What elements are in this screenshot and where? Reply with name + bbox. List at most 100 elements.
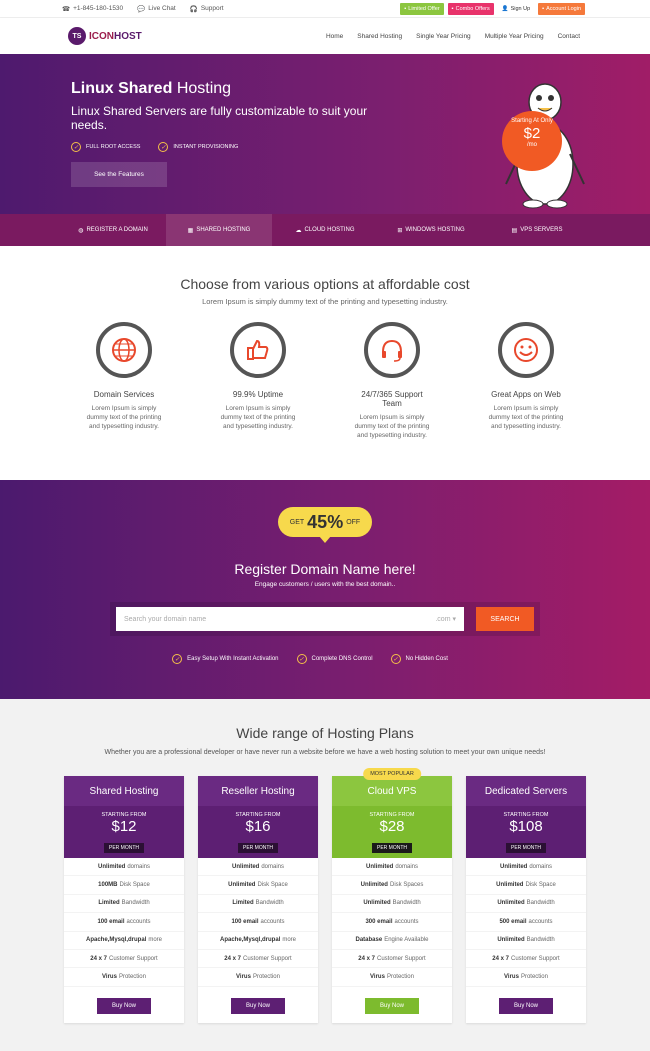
domain-feature: ✓ No Hidden Cost xyxy=(390,654,448,664)
thumbs-up-icon xyxy=(230,322,286,378)
logo-text-a: ICON xyxy=(89,30,114,42)
limited-offer-button[interactable]: ▪ Limited Offer xyxy=(400,2,444,15)
cloud-icon: ☁ xyxy=(295,227,302,234)
account-login-button[interactable]: ▪ Account Login xyxy=(538,2,585,15)
account-login-label: Account Login xyxy=(546,5,581,12)
plan-feature-key: Unlimited xyxy=(497,937,525,944)
lock-icon: ▪ xyxy=(404,5,407,12)
nav-contact[interactable]: Contact xyxy=(558,33,580,40)
plan-feature-row: Apache,Mysql,drupal more xyxy=(64,932,184,950)
hero-feature: ✓ INSTANT PROVISIONING xyxy=(158,142,238,152)
tab-register-domain[interactable]: ◍ REGISTER A DOMAIN xyxy=(60,214,166,246)
plan-feature-row: Unlimited domains xyxy=(466,858,586,877)
hosting-tabs: ◍ REGISTER A DOMAIN ▦ SHARED HOSTING ☁ CLOU… xyxy=(0,214,650,246)
sign-up-button[interactable]: 👤 Sign Up xyxy=(498,3,534,15)
plan-feature-value: Disk Spaces xyxy=(389,882,424,889)
plan-price-block: STARTING FROM $28 PER MONTH xyxy=(332,806,452,858)
nav-single-year-pricing[interactable]: Single Year Pricing xyxy=(416,33,471,40)
plan-feature-value: domains xyxy=(529,863,553,870)
buy-now-button[interactable]: Buy Now xyxy=(97,997,151,1014)
windows-icon: ⊞ xyxy=(397,227,403,234)
price-badge-unit: /mo xyxy=(526,142,537,148)
domain-search-input[interactable]: Search your domain name .com ▾ xyxy=(116,607,464,631)
plan-feature-value: Bandwidth xyxy=(392,900,421,907)
plan-feature-row: Virus Protection xyxy=(332,968,452,987)
plan-features: Unlimited domains 100MB Disk Space Limited Ba… xyxy=(64,858,184,987)
plan-feature-value: Bandwidth xyxy=(526,937,555,944)
plans-title: Wide range of Hosting Plans xyxy=(236,725,414,741)
plan-feature-key: Unlimited xyxy=(97,863,126,870)
buy-now-button[interactable]: Buy Now xyxy=(231,997,285,1014)
globe-icon xyxy=(96,322,152,378)
buy-now-button[interactable]: Buy Now xyxy=(499,997,553,1014)
plan-feature-value: accounts xyxy=(260,918,285,925)
plan-feature-key: 24 x 7 xyxy=(358,955,375,962)
feature-desc: Lorem Ipsum is simply dummy text of the … xyxy=(354,414,430,439)
plan-feature-value: Customer Support xyxy=(376,955,426,962)
tab-cloud-hosting[interactable]: ☁ CLOUD HOSTING xyxy=(272,214,378,246)
plan-feature-key: Unlimited xyxy=(363,900,391,907)
tld-select[interactable]: .com ▾ xyxy=(435,615,456,623)
tab-vps-servers[interactable]: ▤ VPS SERVERS xyxy=(484,214,590,246)
plan-feature-row: Unlimited domains xyxy=(198,858,318,877)
domain-search-button[interactable]: SEARCH xyxy=(476,607,534,631)
combo-offers-button[interactable]: ▪ Combo Offers xyxy=(447,2,494,15)
plan-name: Shared Hosting xyxy=(64,776,184,806)
check-icon: ✓ xyxy=(390,654,401,664)
phone-link[interactable]: ☎ +1-845-180-1530 xyxy=(62,5,123,13)
tab-windows-hosting[interactable]: ⊞ WINDOWS HOSTING xyxy=(378,214,484,246)
tab-label: VPS SERVERS xyxy=(520,227,563,233)
plan-card: MOST POPULAR Cloud VPS STARTING FROM $28 PER… xyxy=(332,768,452,1023)
plan-buy-wrap: Buy Now xyxy=(332,987,452,1023)
nav-home[interactable]: Home xyxy=(326,33,343,40)
live-chat-link[interactable]: 💬 Live Chat xyxy=(137,5,176,13)
plan-feature-value: Customer Support xyxy=(510,955,560,962)
hero-feature-label: FULL ROOT ACCESS xyxy=(86,144,141,150)
check-icon: ✓ xyxy=(158,142,169,152)
tab-shared-hosting[interactable]: ▦ SHARED HOSTING xyxy=(166,214,272,246)
plan-per-month: PER MONTH xyxy=(238,843,278,853)
sign-up-label: Sign Up xyxy=(510,5,531,12)
plan-price: $28 xyxy=(379,818,405,835)
domain-feature-label: No Hidden Cost xyxy=(405,656,448,662)
smiley-icon xyxy=(498,322,554,378)
plan-feature-row: 24 x 7 Customer Support xyxy=(332,950,452,969)
plan-feature-value: Engine Available xyxy=(384,937,429,944)
feature-item: Great Apps on Web Lorem Ipsum is simply … xyxy=(486,322,566,440)
plan-feature-row: Unlimited domains xyxy=(332,858,452,877)
plan-feature-row: 24 x 7 Customer Support xyxy=(466,950,586,969)
feature-item: 24/7/365 Support Team Lorem Ipsum is sim… xyxy=(352,322,432,440)
hero-title-bold: Linux Shared xyxy=(71,80,173,97)
hero-title-rest: Hosting xyxy=(176,80,232,97)
plan-feature-row: Unlimited Disk Space xyxy=(466,876,586,895)
hero-subtitle: Linux Shared Servers are fully customiza… xyxy=(71,104,368,132)
plan-feature-row: 24 x 7 Customer Support xyxy=(64,950,184,969)
logo[interactable]: TS ICON HOST xyxy=(68,27,142,45)
plan-feature-row: Virus Protection xyxy=(198,968,318,987)
plan-feature-value: accounts xyxy=(528,918,553,925)
nav-multiple-year-pricing[interactable]: Multiple Year Pricing xyxy=(485,33,544,40)
plan-feature-row: 500 email accounts xyxy=(466,913,586,932)
nav-shared-hosting[interactable]: Shared Hosting xyxy=(357,33,402,40)
plan-feature-row: Limited Bandwidth xyxy=(198,895,318,914)
plan-feature-key: Limited xyxy=(98,900,120,907)
plan-feature-row: Virus Protection xyxy=(64,968,184,987)
most-popular-badge: MOST POPULAR xyxy=(363,768,421,780)
limited-offer-label: Limited Offer xyxy=(408,5,440,12)
feature-item: Domain Services Lorem Ipsum is simply du… xyxy=(84,322,164,440)
domain-search-placeholder: Search your domain name xyxy=(124,615,207,623)
buy-now-button[interactable]: Buy Now xyxy=(365,997,419,1014)
plan-feature-key: Virus xyxy=(370,974,385,981)
discount-bubble: GET 45% OFF xyxy=(277,507,373,543)
support-label: Support xyxy=(200,5,224,12)
support-link[interactable]: 🎧 Support xyxy=(190,5,224,13)
tab-label: CLOUD HOSTING xyxy=(304,227,355,233)
plan-feature-value: Bandwidth xyxy=(255,900,284,907)
plan-feature-value: Protection xyxy=(386,974,414,981)
hero-feature: ✓ FULL ROOT ACCESS xyxy=(71,142,140,152)
plan-name: Dedicated Servers xyxy=(466,776,586,806)
plan-price-block: STARTING FROM $16 PER MONTH xyxy=(198,806,318,858)
domain-title: Register Domain Name here! xyxy=(234,561,416,577)
plan-feature-value: Bandwidth xyxy=(121,900,150,907)
see-features-button[interactable]: See the Features xyxy=(71,162,167,187)
